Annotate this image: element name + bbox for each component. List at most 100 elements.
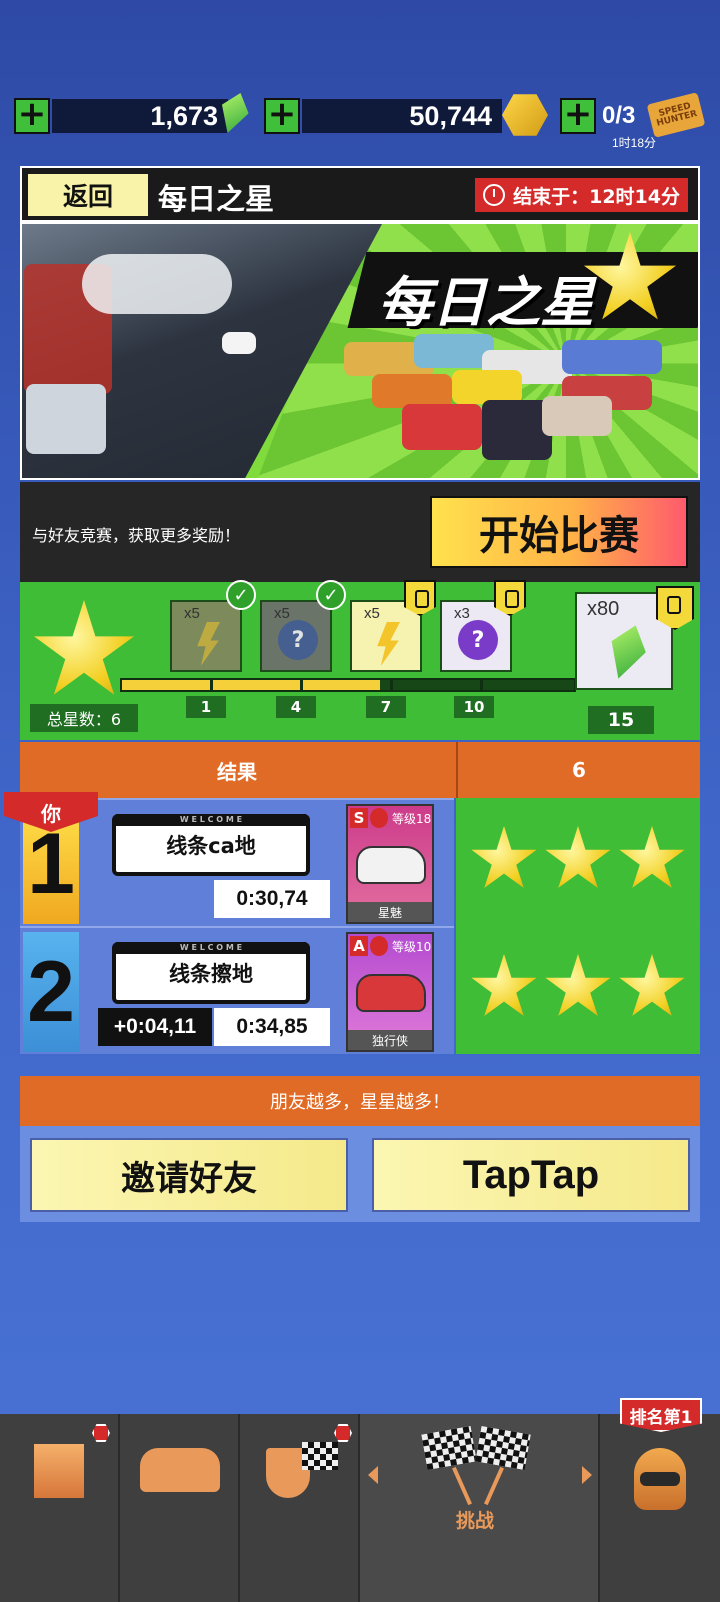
nav-item-events[interactable] xyxy=(240,1414,360,1602)
total-stars-label: 总星数：6 xyxy=(30,704,138,732)
car-image xyxy=(562,340,662,374)
check-icon: ✓ xyxy=(226,580,256,610)
bolt-icon xyxy=(197,622,220,666)
player-name-plate: 线条ca地 xyxy=(112,814,310,876)
start-description: 与好友竞赛，获取更多奖励！ xyxy=(32,526,241,545)
star-icon xyxy=(471,826,537,888)
stars-column-label: 6 xyxy=(456,742,700,798)
invite-banner: 朋友越多，星星越多！ xyxy=(20,1076,700,1126)
nav-item-garage[interactable] xyxy=(120,1414,240,1602)
reward-multiplier: x5 xyxy=(364,605,380,622)
timer-value: 12时14分 xyxy=(589,185,680,208)
star-icon xyxy=(471,954,537,1016)
car-level: 等级10 xyxy=(392,940,432,954)
brand-icon xyxy=(370,808,388,828)
bottom-nav: 挑战 xyxy=(0,1414,720,1602)
mystery-box-icon: ? xyxy=(458,620,498,660)
back-button[interactable]: 返回 xyxy=(28,174,148,216)
nav-item-shop[interactable] xyxy=(0,1414,120,1602)
bolt-icon xyxy=(377,622,400,666)
reward-multiplier: x80 xyxy=(587,598,620,620)
car-image xyxy=(372,374,452,408)
ticket-timer: 1时18分 xyxy=(612,136,657,150)
truck-image xyxy=(26,384,106,454)
add-tickets-button[interactable]: + xyxy=(560,97,596,134)
progress-bar xyxy=(120,678,576,692)
page-title: 每日之星 xyxy=(158,182,275,216)
star-icon xyxy=(545,954,611,1016)
rank-number: 2 xyxy=(23,932,79,1052)
event-header: 返回 每日之星 结束于： 12时14分 xyxy=(20,166,700,222)
star-icon xyxy=(619,954,685,1016)
milestone-label: 15 xyxy=(588,706,654,734)
car-class-badge: A xyxy=(350,936,368,956)
checkered-flag-icon xyxy=(302,1442,338,1470)
car-image xyxy=(356,846,426,884)
taptap-button[interactable]: TapTap xyxy=(372,1138,690,1212)
add-coins-button[interactable]: + xyxy=(264,97,300,134)
invite-panel: 邀请好友 TapTap xyxy=(20,1126,700,1222)
nav-item-profile[interactable] xyxy=(600,1414,720,1602)
race-time: 0:34,85 xyxy=(214,1008,330,1046)
brand-icon xyxy=(370,936,388,956)
milestone-label: 1 xyxy=(186,696,226,718)
car-card[interactable]: S 等级18 星魅 xyxy=(346,804,434,924)
clock-icon xyxy=(483,184,506,206)
gem-count: 1,673 xyxy=(52,99,228,133)
nav-item-challenge[interactable]: 挑战 xyxy=(360,1414,600,1602)
add-gems-button[interactable]: + xyxy=(14,97,50,134)
results-header: 结果 6 xyxy=(20,742,700,798)
time-difference: +0:04,11 xyxy=(98,1008,212,1046)
shop-box-icon xyxy=(34,1444,84,1498)
check-icon: ✓ xyxy=(316,580,346,610)
milestone-label: 7 xyxy=(366,696,406,718)
start-race-button[interactable]: 开始比赛 xyxy=(430,496,688,568)
drift-car xyxy=(222,332,256,354)
star-icon xyxy=(545,826,611,888)
car-image xyxy=(452,370,522,404)
progress-tick xyxy=(480,680,483,690)
car-level: 等级18 xyxy=(392,812,432,826)
start-race-row: 与好友竞赛，获取更多奖励！ 开始比赛 xyxy=(20,482,700,582)
notification-badge xyxy=(334,1424,352,1442)
gem-icon xyxy=(601,620,653,684)
player-name: 线条擦地 xyxy=(169,962,253,986)
checkered-flag-icon xyxy=(421,1425,477,1471)
mystery-box-icon: ? xyxy=(278,620,318,660)
reward-multiplier: x3 xyxy=(454,605,470,622)
car-name: 独行侠 xyxy=(348,1030,432,1050)
challenge-label: 挑战 xyxy=(456,1510,495,1532)
chevron-left-icon xyxy=(368,1466,378,1484)
smoke-cloud xyxy=(82,254,232,314)
leaderboard-row[interactable]: 2 线条擦地 +0:04,11 0:34,85 A 等级10 独行侠 xyxy=(20,926,454,1054)
reward-chest-2[interactable]: x5 ? xyxy=(260,600,332,672)
reward-multiplier: x5 xyxy=(184,605,200,622)
milestone-label: 4 xyxy=(276,696,316,718)
car-image xyxy=(542,396,612,436)
reward-chest-1[interactable]: x5 xyxy=(170,600,242,672)
checkered-flag-icon xyxy=(475,1425,531,1471)
event-timer-badge: 结束于： 12时14分 xyxy=(475,178,688,212)
player-name: 线条ca地 xyxy=(166,834,256,858)
results-column-label: 结果 xyxy=(217,759,257,784)
chevron-right-icon xyxy=(582,1466,592,1484)
ticket-icon: SPEED HUNTER xyxy=(646,92,706,138)
notification-badge xyxy=(92,1424,110,1442)
race-time: 0:30,74 xyxy=(214,880,330,918)
banner-title: 每日之星 xyxy=(378,271,594,334)
star-icon xyxy=(619,826,685,888)
progress-bar-fill xyxy=(122,680,380,690)
player-name-plate: 线条擦地 xyxy=(112,942,310,1004)
star-progress-panel: 总星数：6 x5 ✓ 1 x5 ? ✓ 4 x5 7 x3 ? 10 x80 1… xyxy=(20,580,700,740)
helmet-visor xyxy=(640,1472,680,1486)
event-banner: 每日之星 xyxy=(20,222,700,480)
car-name: 星魅 xyxy=(348,902,432,922)
coin-icon xyxy=(502,94,548,136)
ticket-count: 0/3 xyxy=(602,102,636,129)
invite-friends-button[interactable]: 邀请好友 xyxy=(30,1138,348,1212)
row-stars xyxy=(456,798,700,926)
car-image xyxy=(402,404,482,450)
progress-tick xyxy=(210,680,213,690)
car-card[interactable]: A 等级10 独行侠 xyxy=(346,932,434,1052)
garage-car-icon xyxy=(140,1448,220,1492)
